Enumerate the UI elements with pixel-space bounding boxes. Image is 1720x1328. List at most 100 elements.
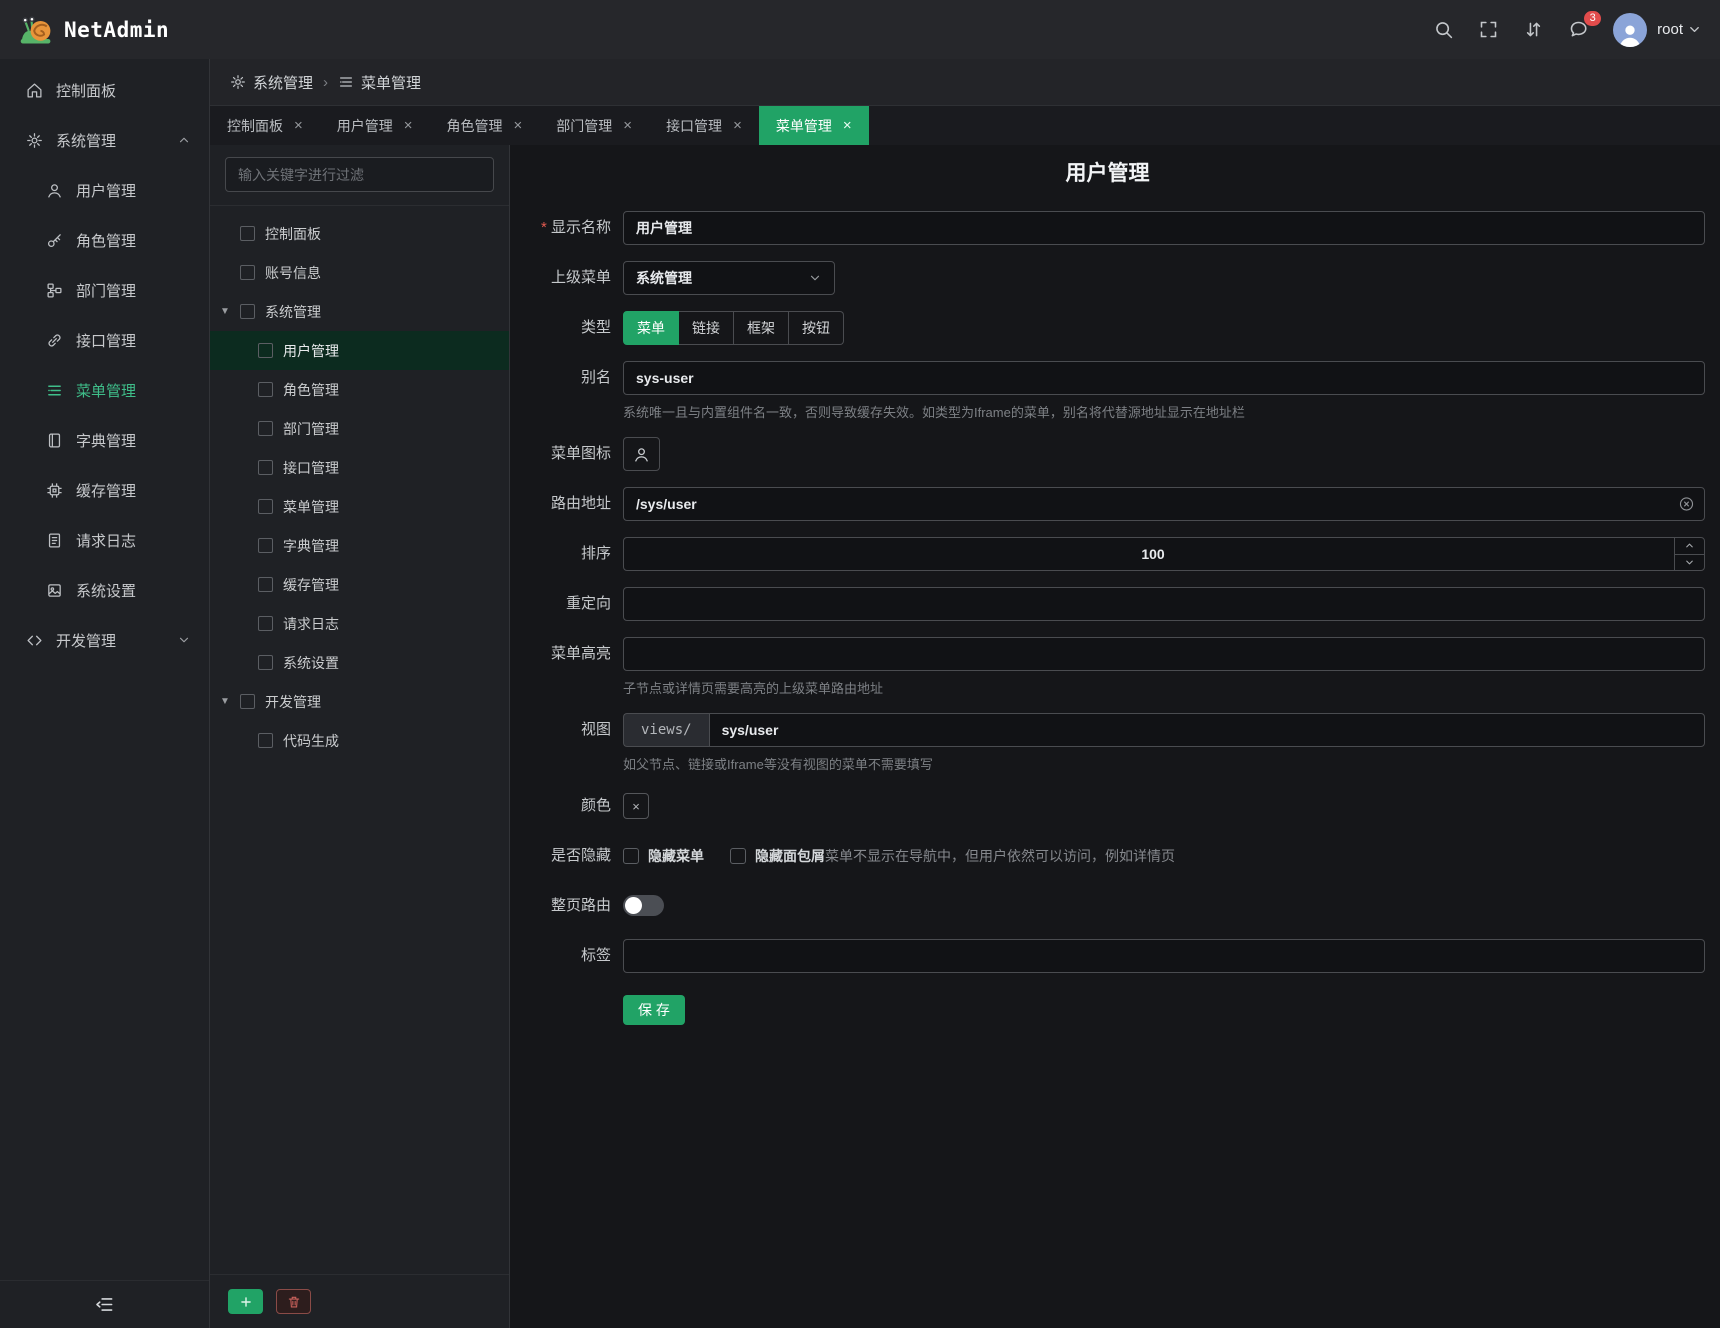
sidebar-item-api[interactable]: 接口管理 (0, 315, 209, 365)
sort-arrows-icon[interactable] (1523, 19, 1544, 40)
tree-node-api[interactable]: 接口管理 (210, 448, 509, 487)
sidebar-item-dev[interactable]: 开发管理 (0, 615, 209, 665)
sidebar-item-dashboard[interactable]: 控制面板 (0, 65, 209, 115)
hide-breadcrumb-checkbox[interactable] (730, 848, 746, 864)
breadcrumb: 系统管理 › 菜单管理 (210, 59, 1720, 106)
checkbox[interactable] (258, 733, 273, 748)
sidebar-item-departments[interactable]: 部门管理 (0, 265, 209, 315)
field-label: 重定向 (510, 587, 611, 621)
home-icon (26, 82, 43, 99)
view-path-input[interactable] (709, 713, 1705, 747)
full-page-route-toggle[interactable] (623, 895, 664, 916)
close-icon[interactable]: × (404, 117, 413, 134)
caret-down-icon[interactable]: ▼ (220, 696, 240, 707)
tree-node-users[interactable]: 用户管理 (210, 331, 509, 370)
checkbox[interactable] (240, 226, 255, 241)
display-name-input[interactable] (623, 211, 1705, 245)
tree-node-menus[interactable]: 菜单管理 (210, 487, 509, 526)
close-icon[interactable]: × (733, 117, 742, 134)
tree-node-departments[interactable]: 部门管理 (210, 409, 509, 448)
tree-node-system[interactable]: ▼系统管理 (210, 292, 509, 331)
checkbox[interactable] (258, 655, 273, 670)
checkbox[interactable] (258, 538, 273, 553)
sidebar-item-request-logs[interactable]: 请求日志 (0, 515, 209, 565)
close-icon[interactable]: × (843, 117, 852, 134)
alias-hint: 系统唯一且与内置组件名一致，否则导致缓存失效。如类型为Iframe的菜单，别名将… (623, 402, 1705, 421)
breadcrumb-item-menus[interactable]: 菜单管理 (338, 72, 421, 93)
close-icon[interactable]: × (294, 117, 303, 134)
sidebar-item-dictionary[interactable]: 字典管理 (0, 415, 209, 465)
checkbox[interactable] (258, 499, 273, 514)
tree-node-request-logs[interactable]: 请求日志 (210, 604, 509, 643)
tab-departments[interactable]: 部门管理× (539, 106, 649, 145)
checkbox[interactable] (258, 382, 273, 397)
type-option-link[interactable]: 链接 (679, 311, 734, 345)
sidebar-item-cache[interactable]: 缓存管理 (0, 465, 209, 515)
breadcrumb-item-system[interactable]: 系统管理 (230, 72, 313, 93)
tree-node-roles[interactable]: 角色管理 (210, 370, 509, 409)
tab-menus[interactable]: 菜单管理 × (759, 106, 869, 145)
tab-roles[interactable]: 角色管理× (430, 106, 540, 145)
menu-icon-picker[interactable] (623, 437, 660, 471)
chevron-down-icon[interactable] (1687, 22, 1702, 37)
username[interactable]: root (1657, 21, 1683, 38)
clear-input-icon[interactable] (1678, 496, 1695, 513)
checkbox[interactable] (258, 616, 273, 631)
redirect-input[interactable] (623, 587, 1705, 621)
view-hint: 如父节点、链接或Iframe等没有视图的菜单不需要填写 (623, 754, 1705, 773)
alias-input[interactable] (623, 361, 1705, 395)
hide-menu-checkbox[interactable] (623, 848, 639, 864)
menu-highlight-input[interactable] (623, 637, 1705, 671)
tab-api[interactable]: 接口管理× (649, 106, 759, 145)
sidebar-item-system[interactable]: 系统管理 (0, 115, 209, 165)
tree-node-dev[interactable]: ▼开发管理 (210, 682, 509, 721)
tree-node-settings[interactable]: 系统设置 (210, 643, 509, 682)
type-option-button[interactable]: 按钮 (789, 311, 844, 345)
number-spinner (1674, 538, 1704, 570)
tree-filter-input[interactable] (225, 157, 494, 192)
type-option-menu[interactable]: 菜单 (623, 311, 679, 345)
message-icon[interactable]: 3 (1568, 19, 1589, 40)
tree-node-cache[interactable]: 缓存管理 (210, 565, 509, 604)
checkbox[interactable] (240, 304, 255, 319)
color-picker-button[interactable]: × (623, 793, 649, 819)
tree-node-dashboard[interactable]: 控制面板 (210, 214, 509, 253)
close-icon[interactable]: × (623, 117, 632, 134)
save-button[interactable]: 保 存 (623, 995, 685, 1025)
sidebar-item-roles[interactable]: 角色管理 (0, 215, 209, 265)
collapse-sidebar-button[interactable] (0, 1280, 209, 1328)
spinner-down-icon[interactable] (1675, 555, 1704, 571)
sidebar-item-menus[interactable]: 菜单管理 (0, 365, 209, 415)
tree-node-codegen[interactable]: 代码生成 (210, 721, 509, 760)
add-menu-button[interactable] (228, 1289, 263, 1314)
tab-dashboard[interactable]: 控制面板× (210, 106, 320, 145)
spinner-up-icon[interactable] (1675, 538, 1704, 555)
sidebar-item-settings[interactable]: 系统设置 (0, 565, 209, 615)
parent-menu-select[interactable]: 系统管理 (623, 261, 835, 295)
checkbox[interactable] (240, 265, 255, 280)
sidebar-item-users[interactable]: 用户管理 (0, 165, 209, 215)
caret-down-icon[interactable]: ▼ (220, 306, 240, 317)
checkbox[interactable] (258, 577, 273, 592)
type-option-iframe[interactable]: 框架 (734, 311, 789, 345)
checkbox[interactable] (258, 460, 273, 475)
view-path-prefix: views/ (623, 713, 709, 747)
tree-node-account[interactable]: 账号信息 (210, 253, 509, 292)
avatar[interactable] (1613, 13, 1647, 47)
field-label: 标签 (510, 939, 611, 973)
search-icon[interactable] (1433, 19, 1454, 40)
tree-node-dictionary[interactable]: 字典管理 (210, 526, 509, 565)
fullscreen-icon[interactable] (1478, 19, 1499, 40)
checkbox[interactable] (240, 694, 255, 709)
delete-menu-button[interactable] (276, 1289, 311, 1314)
sort-number-input[interactable] (623, 537, 1705, 571)
close-icon[interactable]: × (514, 117, 523, 134)
checkbox[interactable] (258, 343, 273, 358)
sidebar-item-label: 角色管理 (76, 230, 136, 251)
checkbox[interactable] (258, 421, 273, 436)
tags-input[interactable] (623, 939, 1705, 973)
tab-label: 菜单管理 (776, 116, 832, 136)
route-path-input[interactable] (623, 487, 1705, 521)
tab-users[interactable]: 用户管理× (320, 106, 430, 145)
sidebar-item-label: 字典管理 (76, 430, 136, 451)
